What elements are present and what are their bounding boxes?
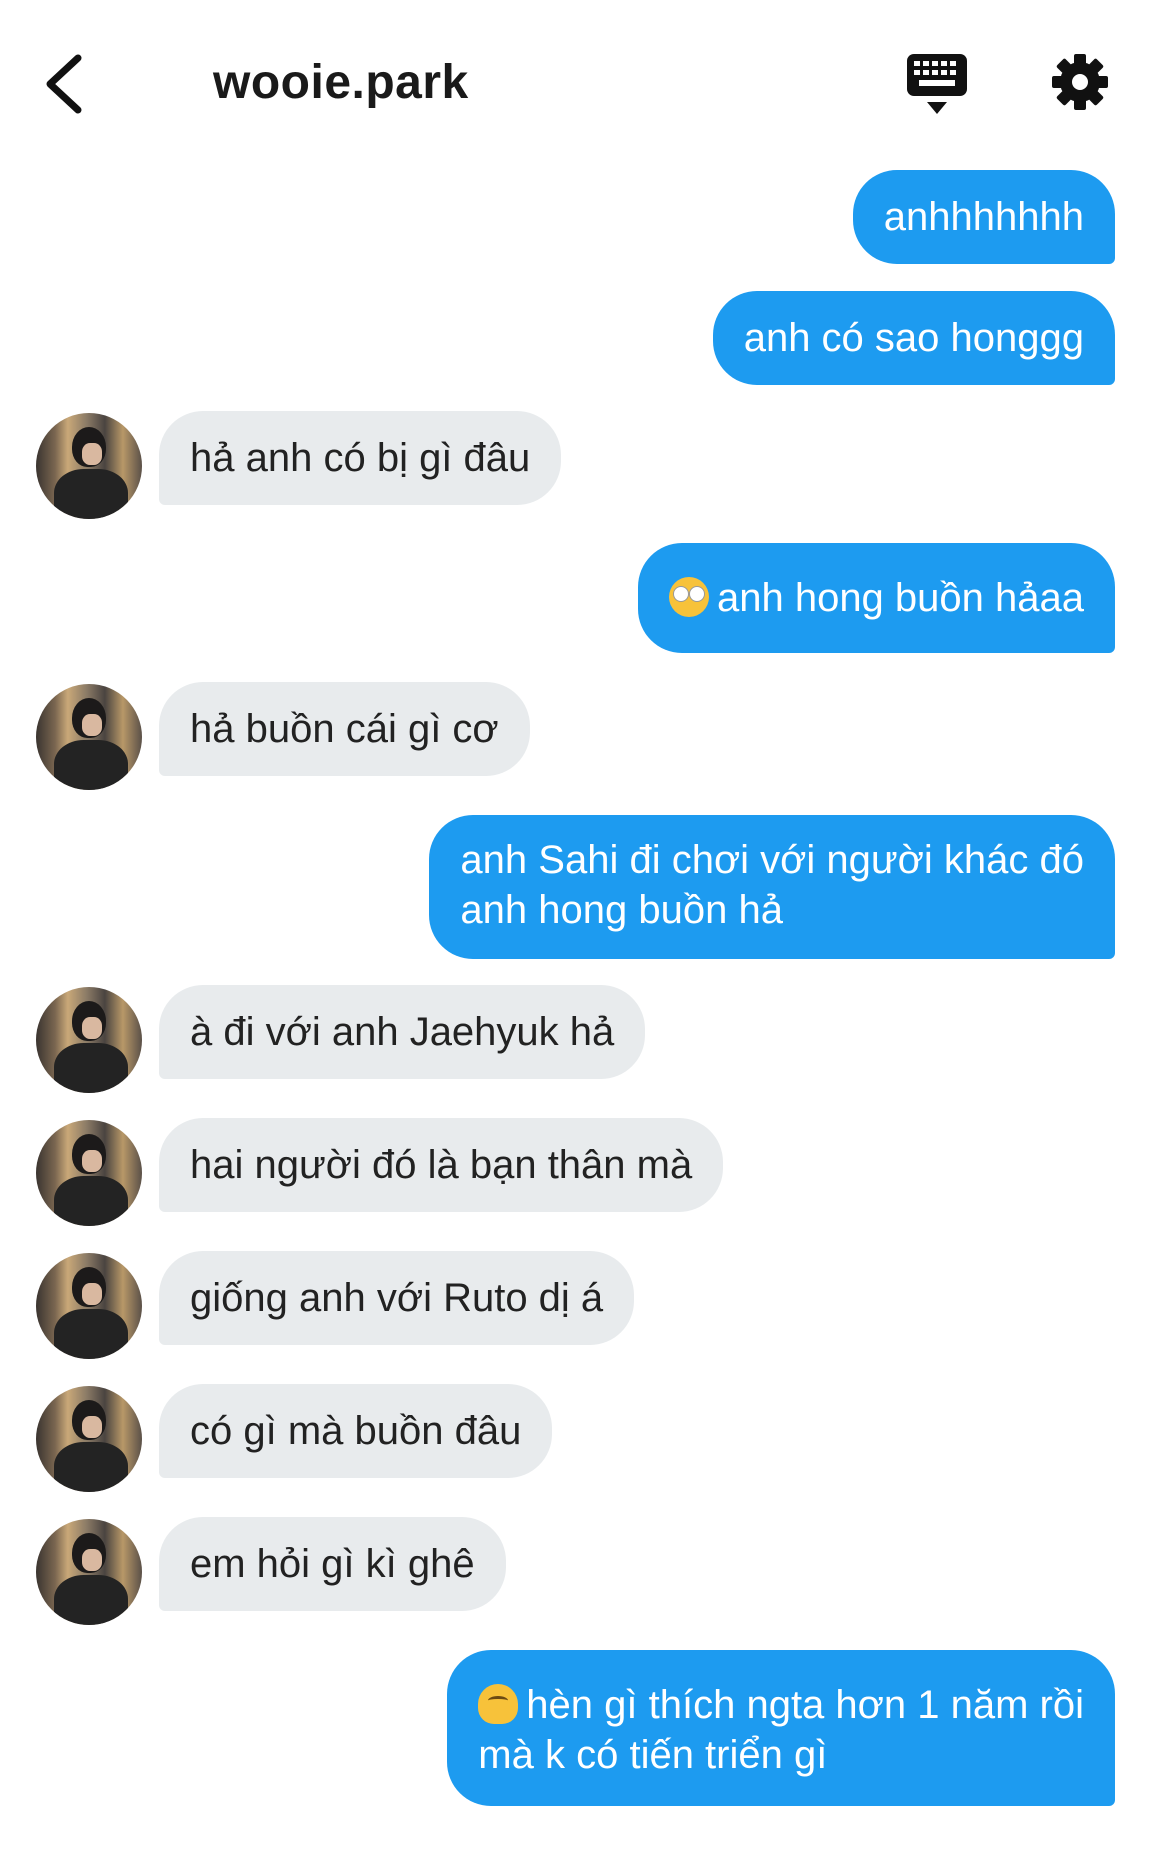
outgoing-message[interactable]: anh hong buồn hảaa: [637, 543, 1115, 653]
outgoing-message[interactable]: hèn gì thích ngta hơn 1 năm rồi mà k có …: [447, 1650, 1115, 1806]
melting-face-emoji-icon: [478, 1684, 519, 1724]
avatar[interactable]: [36, 1519, 142, 1625]
keyboard-button[interactable]: [905, 52, 969, 118]
avatar[interactable]: [36, 1386, 142, 1492]
message-text: giống anh với Ruto dị á: [190, 1276, 604, 1320]
message-text: hai người đó là bạn thân mà: [190, 1143, 693, 1187]
outgoing-message[interactable]: anhhhhhhh: [852, 170, 1115, 264]
message-text: anh hong buồn hảaa: [716, 576, 1084, 620]
incoming-message[interactable]: à đi với anh Jaehyuk hả: [159, 985, 646, 1079]
avatar[interactable]: [36, 413, 142, 519]
message-text-line: mà k có tiến triển gì: [478, 1733, 828, 1777]
message-text: à đi với anh Jaehyuk hả: [190, 1010, 615, 1054]
keyboard-icon: [907, 54, 967, 114]
chat-header: wooie.park: [0, 0, 1170, 160]
incoming-message[interactable]: có gì mà buồn đâu: [159, 1384, 553, 1478]
back-button[interactable]: [40, 50, 90, 118]
settings-button[interactable]: [1050, 52, 1110, 112]
message-text: anhhhhhhh: [883, 195, 1084, 239]
incoming-message[interactable]: hả buồn cái gì cơ: [159, 682, 530, 776]
incoming-message[interactable]: hả anh có bị gì đâu: [159, 411, 562, 505]
avatar[interactable]: [36, 987, 142, 1093]
conversation-title[interactable]: wooie.park: [213, 55, 469, 110]
avatar[interactable]: [36, 1120, 142, 1226]
message-text: hả buồn cái gì cơ: [190, 707, 499, 751]
message-text: em hỏi gì kì ghê: [190, 1542, 475, 1586]
avatar[interactable]: [36, 684, 142, 790]
message-text-line: anh hong buồn hả: [460, 888, 783, 932]
message-text: có gì mà buồn đâu: [190, 1409, 522, 1453]
avatar[interactable]: [36, 1253, 142, 1359]
message-text: anh có sao honggg: [743, 316, 1084, 360]
rolling-eyes-emoji-icon: [668, 577, 709, 617]
back-arrow-icon: [46, 54, 82, 114]
outgoing-message[interactable]: anh Sahi đi chơi với người khác đó anh h…: [429, 815, 1115, 959]
outgoing-message[interactable]: anh có sao honggg: [712, 291, 1115, 385]
message-text-line: anh Sahi đi chơi với người khác đó: [460, 838, 1084, 882]
message-text: hả anh có bị gì đâu: [190, 436, 531, 480]
incoming-message[interactable]: hai người đó là bạn thân mà: [159, 1118, 724, 1212]
message-text-line: hèn gì thích ngta hơn 1 năm rồi: [526, 1683, 1084, 1727]
incoming-message[interactable]: giống anh với Ruto dị á: [159, 1251, 635, 1345]
incoming-message[interactable]: em hỏi gì kì ghê: [159, 1517, 506, 1611]
gear-icon: [1052, 54, 1108, 110]
